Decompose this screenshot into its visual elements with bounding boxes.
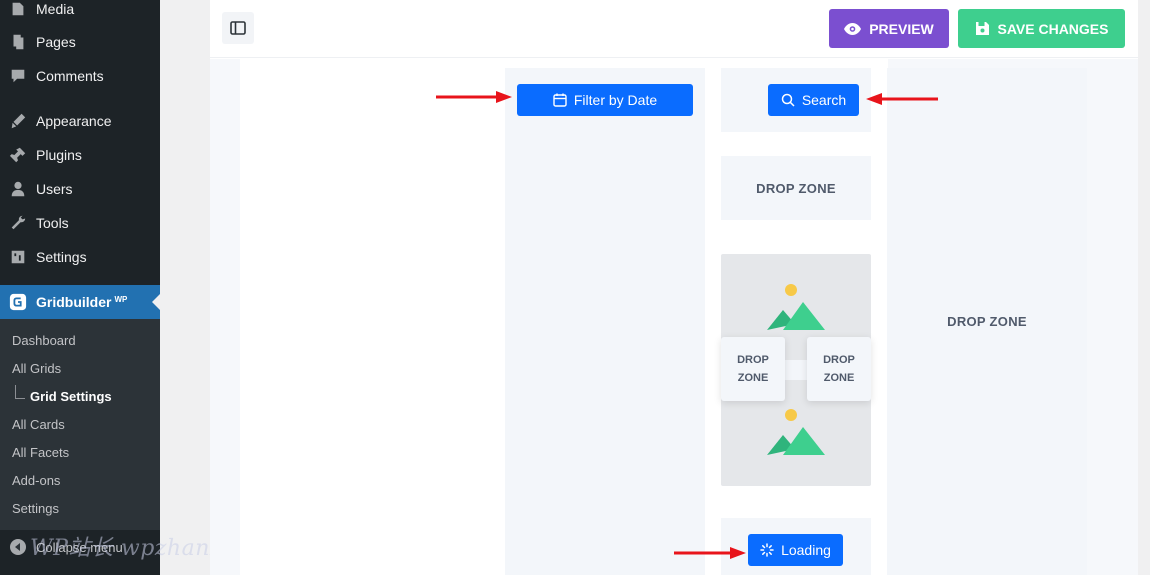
annotation-arrow-right-icon [674,547,746,559]
menu-item-label: Gridbuilder [36,294,112,310]
menu-item-media[interactable]: Media [0,0,160,26]
card-preview[interactable]: DROP ZONE DROP ZONE [721,254,871,486]
active-pointer [152,294,160,310]
appearance-icon [0,112,36,130]
drop-zone-label: DROP ZONE [947,314,1027,329]
menu-item-tools[interactable]: Tools [0,206,160,240]
card-zone-line2: ZONE [823,372,855,384]
collapse-menu-button[interactable]: Collapse menu [0,532,160,562]
card-drop-zone-left[interactable]: DROP ZONE [721,337,785,401]
annotation-arrow-left-icon [866,93,938,105]
filter-by-date-label: Filter by Date [573,92,658,108]
submenu-dashboard[interactable]: Dashboard [12,333,76,348]
users-icon [0,180,36,198]
menu-item-gridbuilder[interactable]: Gridbuilder WP [0,285,160,319]
gridbuilder-icon [0,293,36,311]
menu-item-label: Pages [36,34,76,50]
image-placeholder-icon [767,409,825,455]
loading-label: Loading [781,542,831,558]
card-drop-zone-text: DROP ZONE [737,351,769,387]
card-zone-connector [785,360,807,380]
menu-item-settings[interactable]: Settings [0,240,160,274]
preview-label: PREVIEW [869,20,934,37]
card-drop-zone-text: DROP ZONE [823,351,855,387]
menu-item-label: Plugins [36,147,82,163]
sidebar-toggle-button[interactable] [222,12,254,44]
drop-zone-right-column[interactable]: DROP ZONE [887,68,1087,575]
wp-admin-sidebar: Media Pages Comments Appearance Plugins … [0,0,414,575]
menu-item-plugins[interactable]: Plugins [0,138,160,172]
comments-icon [0,67,36,85]
menu-item-pages[interactable]: Pages [0,25,160,59]
menu-item-label: Appearance [36,113,112,129]
submenu-settings[interactable]: Settings [12,501,59,516]
menu-item-label: Users [36,181,73,197]
submenu-all-grids[interactable]: All Grids [12,361,61,376]
left-area-column[interactable] [505,68,705,575]
save-changes-label: SAVE CHANGES [997,20,1109,37]
menu-item-label: Media [36,1,75,17]
tools-icon [0,214,36,232]
collapse-label: Collapse menu [36,539,123,555]
plugins-icon [0,146,36,164]
media-icon [0,0,36,18]
pages-icon [0,33,36,51]
submenu-tree-line [15,385,25,399]
submenu-grid-settings[interactable]: Grid Settings [30,389,112,404]
menu-item-appearance[interactable]: Appearance [0,104,160,138]
menu-item-comments[interactable]: Comments [0,59,160,93]
collapse-icon [10,539,26,555]
drop-zone-label: DROP ZONE [756,180,836,196]
card-drop-zone-right[interactable]: DROP ZONE [807,337,871,401]
calendar-icon [553,93,567,107]
settings-icon [0,248,36,266]
sidebar-toggle-icon [230,21,246,35]
search-icon [781,93,795,107]
loading-facet[interactable]: Loading [748,534,843,566]
menu-item-label: Settings [36,249,87,265]
menu-item-label: Comments [36,68,104,84]
submenu-add-ons[interactable]: Add-ons [12,473,60,488]
menu-item-users[interactable]: Users [0,172,160,206]
search-facet[interactable]: Search [768,84,859,116]
search-label: Search [801,92,847,108]
preview-button[interactable]: PREVIEW [829,9,949,48]
builder-toolbar: PREVIEW SAVE CHANGES [210,0,1138,58]
floppy-disk-icon [975,22,989,35]
image-placeholder-icon [767,284,825,330]
drop-zone-top[interactable]: DROP ZONE [721,156,871,220]
filter-by-date-facet[interactable]: Filter by Date [517,84,693,116]
gridbuilder-submenu: Dashboard All Grids Grid Settings All Ca… [0,319,160,530]
menu-item-label: Tools [36,215,69,231]
spinner-icon [760,543,774,557]
annotation-arrow-right-icon [436,91,512,103]
save-changes-button[interactable]: SAVE CHANGES [958,9,1125,48]
card-zone-line1: DROP [737,354,769,366]
submenu-all-cards[interactable]: All Cards [12,417,65,432]
card-zone-line2: ZONE [737,372,769,384]
menu-item-sup: WP [114,294,128,304]
eye-icon [844,22,862,35]
card-zone-line1: DROP [823,354,855,366]
submenu-all-facets[interactable]: All Facets [12,445,69,460]
